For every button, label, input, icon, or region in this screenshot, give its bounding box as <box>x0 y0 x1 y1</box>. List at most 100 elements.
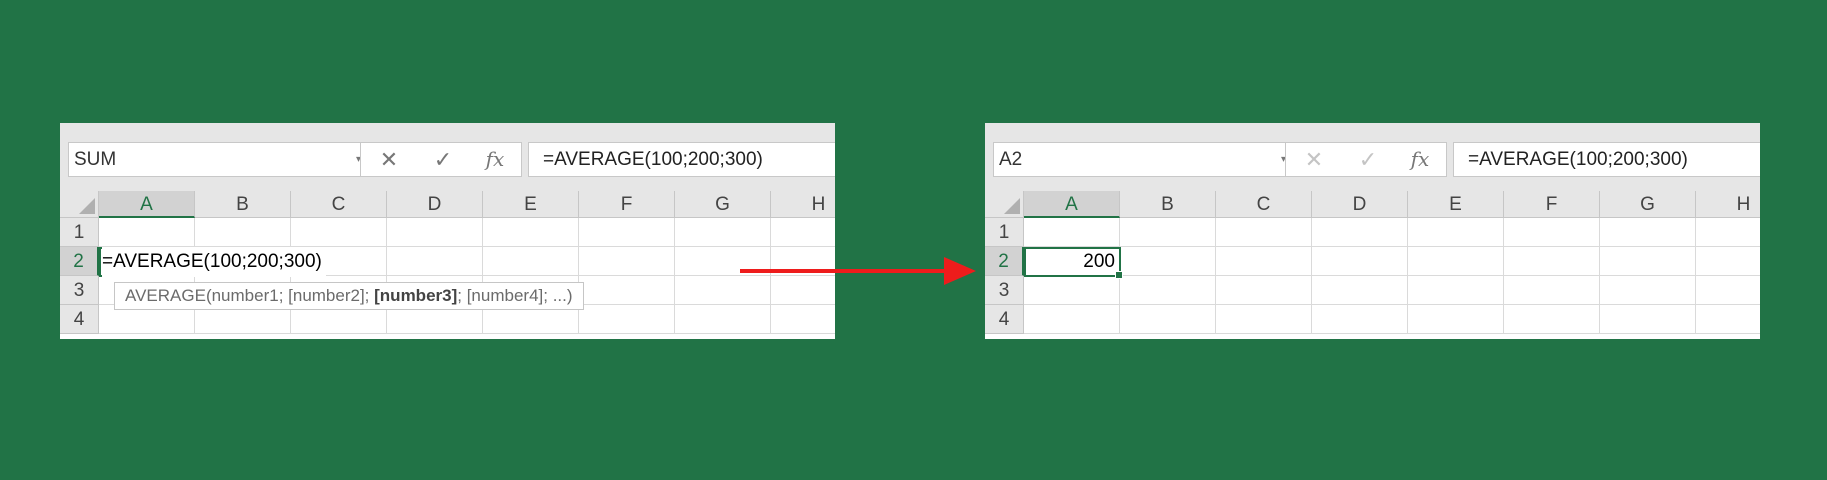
cell[interactable] <box>1696 276 1760 305</box>
formula-input[interactable]: =AVERAGE(100;200;300) <box>528 142 835 177</box>
cell[interactable] <box>1024 276 1120 305</box>
cell[interactable] <box>195 218 291 247</box>
cell[interactable] <box>1696 305 1760 334</box>
row-header-4[interactable]: 4 <box>985 305 1024 334</box>
cell[interactable] <box>579 247 675 276</box>
cell[interactable] <box>99 218 195 247</box>
row-header-3[interactable]: 3 <box>985 276 1024 305</box>
cell[interactable] <box>1408 305 1504 334</box>
cancel-icon[interactable]: ✕ <box>369 143 409 176</box>
cancel-icon[interactable]: ✕ <box>1294 143 1334 176</box>
excel-window-editing: SUM ▾ ⋮ ✕ ✓ fx =AVERAGE(100;200;300) A B… <box>60 123 835 339</box>
column-header-d[interactable]: D <box>387 191 483 218</box>
cell[interactable] <box>1312 218 1408 247</box>
tooltip-args-after: ; [number4]; ...) <box>457 286 573 305</box>
cell[interactable] <box>1600 305 1696 334</box>
row-header-2[interactable]: 2 <box>985 247 1024 276</box>
cell[interactable] <box>483 247 579 276</box>
insert-function-icon[interactable]: fx <box>475 143 515 176</box>
insert-function-icon[interactable]: fx <box>1400 143 1440 176</box>
select-all-button[interactable] <box>60 191 99 218</box>
cell[interactable] <box>1600 218 1696 247</box>
column-header-c[interactable]: C <box>291 191 387 218</box>
cell[interactable] <box>1120 218 1216 247</box>
cell[interactable] <box>1504 218 1600 247</box>
cell[interactable] <box>1408 276 1504 305</box>
cell[interactable] <box>1120 276 1216 305</box>
cell[interactable] <box>675 218 771 247</box>
cell-edit-text[interactable]: =AVERAGE(100;200;300) <box>102 247 326 277</box>
cell-a2-value: 200 <box>1083 251 1115 272</box>
column-header-e[interactable]: E <box>1408 191 1504 218</box>
column-header-h[interactable]: H <box>1696 191 1760 218</box>
arrow-line <box>740 269 960 273</box>
cell[interactable] <box>1696 218 1760 247</box>
name-box-value: A2 <box>999 149 1023 170</box>
column-header-g[interactable]: G <box>675 191 771 218</box>
cell[interactable] <box>579 305 675 334</box>
column-header-a[interactable]: A <box>1024 191 1120 218</box>
row-header-2[interactable]: 2 <box>60 247 99 276</box>
tooltip-current-arg: [number3] <box>374 286 458 305</box>
tooltip-args-before: (number1; [number2]; <box>205 286 375 305</box>
cell[interactable] <box>675 276 771 305</box>
formula-bar-area: A2 ▾ ⋮ ✕ ✓ fx =AVERAGE(100;200;300) <box>985 123 1760 191</box>
column-header-h[interactable]: H <box>771 191 835 218</box>
column-header-d[interactable]: D <box>1312 191 1408 218</box>
row-header-4[interactable]: 4 <box>60 305 99 334</box>
formula-input[interactable]: =AVERAGE(100;200;300) <box>1453 142 1760 177</box>
column-header-f[interactable]: F <box>1504 191 1600 218</box>
cell[interactable] <box>771 276 835 305</box>
cell[interactable] <box>771 305 835 334</box>
column-header-c[interactable]: C <box>1216 191 1312 218</box>
row-header-1[interactable]: 1 <box>985 218 1024 247</box>
column-header-b[interactable]: B <box>1120 191 1216 218</box>
row-header-3[interactable]: 3 <box>60 276 99 305</box>
cell[interactable] <box>1312 305 1408 334</box>
row-header-1[interactable]: 1 <box>60 218 99 247</box>
column-header-a[interactable]: A <box>99 191 195 218</box>
tooltip-function-name[interactable]: AVERAGE <box>125 286 206 305</box>
excel-window-result: A2 ▾ ⋮ ✕ ✓ fx =AVERAGE(100;200;300) A B … <box>985 123 1760 339</box>
column-header-e[interactable]: E <box>483 191 579 218</box>
cell[interactable] <box>771 218 835 247</box>
function-tooltip: AVERAGE(number1; [number2]; [number3]; [… <box>114 282 584 310</box>
check-icon[interactable]: ✓ <box>423 143 463 176</box>
check-icon[interactable]: ✓ <box>1348 143 1388 176</box>
cell[interactable] <box>387 247 483 276</box>
name-box[interactable]: SUM ▾ <box>68 142 370 177</box>
select-all-button[interactable] <box>985 191 1024 218</box>
formula-buttons: ✕ ✓ fx <box>360 142 522 177</box>
cell[interactable] <box>579 218 675 247</box>
cell[interactable] <box>1408 247 1504 276</box>
cell[interactable] <box>1216 305 1312 334</box>
cell[interactable] <box>291 218 387 247</box>
cell[interactable] <box>675 305 771 334</box>
cell[interactable] <box>1408 218 1504 247</box>
column-header-f[interactable]: F <box>579 191 675 218</box>
cell[interactable] <box>1024 305 1120 334</box>
cell[interactable] <box>1216 218 1312 247</box>
arrow-right-icon <box>944 257 976 285</box>
cell[interactable] <box>1312 276 1408 305</box>
cell[interactable] <box>1216 247 1312 276</box>
column-header-g[interactable]: G <box>1600 191 1696 218</box>
cell[interactable] <box>1120 305 1216 334</box>
cell[interactable] <box>1312 247 1408 276</box>
cell[interactable] <box>1696 247 1760 276</box>
cell[interactable] <box>1504 305 1600 334</box>
cell[interactable] <box>1504 247 1600 276</box>
cell[interactable] <box>1504 276 1600 305</box>
cell[interactable] <box>1216 276 1312 305</box>
column-header-b[interactable]: B <box>195 191 291 218</box>
cell[interactable] <box>1024 218 1120 247</box>
cell[interactable] <box>1120 247 1216 276</box>
cell[interactable] <box>1600 276 1696 305</box>
cell[interactable] <box>1600 247 1696 276</box>
cell[interactable] <box>387 218 483 247</box>
cell[interactable] <box>579 276 675 305</box>
formula-buttons: ✕ ✓ fx <box>1285 142 1447 177</box>
name-box[interactable]: A2 ▾ <box>993 142 1295 177</box>
cell[interactable] <box>483 218 579 247</box>
formula-bar-area: SUM ▾ ⋮ ✕ ✓ fx =AVERAGE(100;200;300) <box>60 123 835 191</box>
